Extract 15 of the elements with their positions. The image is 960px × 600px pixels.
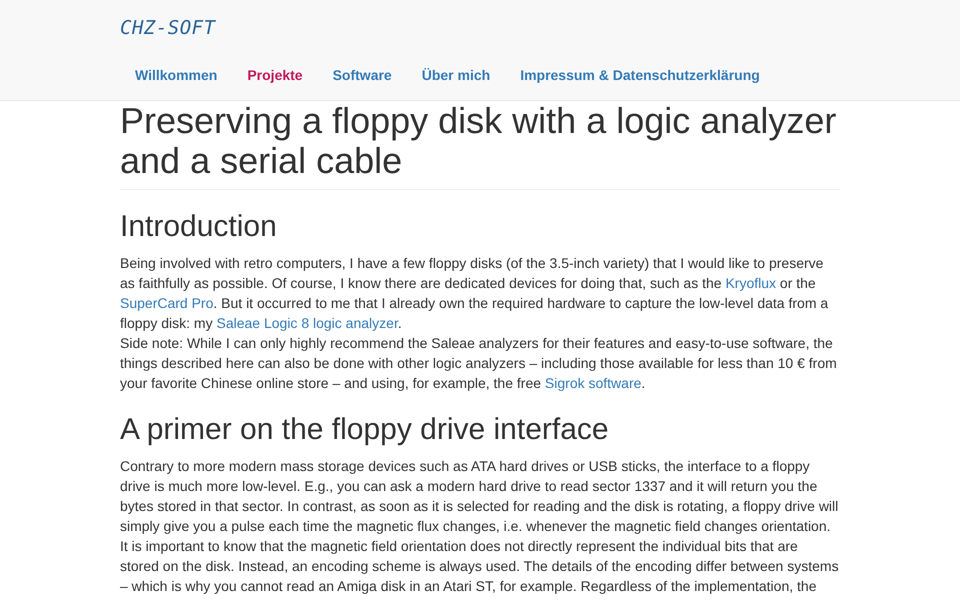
text-link[interactable]: SuperCard Pro bbox=[120, 295, 214, 312]
section-heading: A primer on the floppy drive interface bbox=[120, 413, 610, 446]
paragraph: Being involved with retro computers, I have a few floppy disks (of the 3.5-inch variety) that I would like to preserve as faithfully as possible. Of course, I know there are dedicated devices for doing that, such as the Kryoflux or the SuperCard Pro. But it occurred to me that I already own the required hardware to capture the low-level data from a floppy disk: my Saleae Logic 8 logic analyzer. Side note: While I can only highly recommend the Saleae analyzers for their features and easy-to-use software, the things described here can also be done with other logic analyzers – including those available for less than 10 € from your favorite Chinese online store – and using, for example, the free Sigrok software. bbox=[120, 254, 838, 394]
text-link[interactable]: Saleae Logic 8 logic analyzer bbox=[216, 315, 398, 332]
text-link[interactable]: Sigrok software bbox=[544, 375, 642, 392]
section-heading: Introduction bbox=[120, 210, 278, 244]
nav-link[interactable]: Über mich bbox=[406, 50, 506, 100]
site-logo[interactable]: CHZ-SOFT bbox=[120, 17, 216, 39]
nav-link[interactable]: Willkommen bbox=[120, 50, 232, 100]
nav-link[interactable]: Impressum & Datenschutzerklärung bbox=[505, 50, 775, 100]
paragraph: Contrary to more modern mass storage devices such as ATA hard drives or USB sticks, the interface to a floppy drive is much more low-level. E.g., you can ask a modern hard drive to read sector 1337 and it will return you the bytes stored in that sector. In contrast, as soon as it is selected for reading and the disk is rotating, a floppy drive will simply give you a pulse each time the magnetic flux changes, i.e. whenever the magnetic field changes orientation. It is important to know that the magnetic field orientation does not directly represent the individual bits that are stored on the disk. Instead, an encoding scheme is always used. The details of the encoding differ between systems – which is why you cannot read an Amiga disk in an Atari ST, for example. Regardless of the implementation, the bbox=[120, 457, 840, 596]
text-link[interactable]: Kryoflux bbox=[725, 275, 776, 292]
nav-link[interactable]: Software bbox=[318, 50, 407, 100]
page-title: Preserving a floppy disk with a logic analyzer and a serial cable bbox=[120, 101, 838, 180]
nav-link[interactable]: Projekte bbox=[232, 50, 318, 100]
